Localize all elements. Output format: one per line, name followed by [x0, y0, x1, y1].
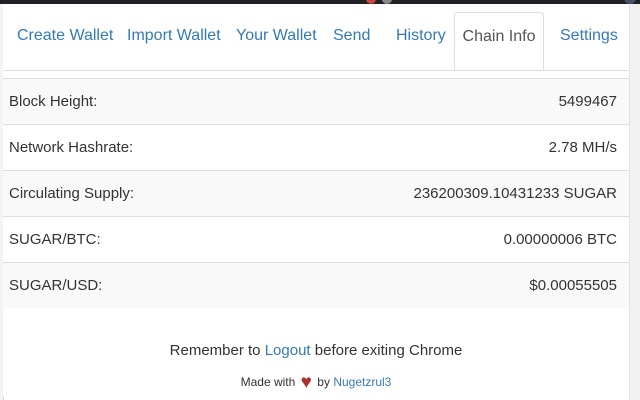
nav-tabs: Create Wallet Import Wallet Your Wallet …: [3, 12, 629, 71]
table-row: SUGAR/USD: $0.00055505: [3, 262, 629, 308]
block-height-label: Block Height:: [9, 93, 98, 110]
table-row: Network Hashrate: 2.78 MH/s: [3, 124, 629, 170]
tab-import-wallet[interactable]: Import Wallet: [127, 12, 221, 70]
circulating-supply-label: Circulating Supply:: [9, 185, 135, 202]
network-hashrate-label: Network Hashrate:: [9, 139, 134, 156]
reminder-prefix: Remember to: [169, 342, 265, 359]
logout-reminder: Remember to Logout before exiting Chrome: [3, 342, 629, 359]
chain-info-table: Block Height: 5499467 Network Hashrate: …: [3, 78, 629, 308]
sugar-usd-label: SUGAR/USD:: [9, 277, 103, 294]
heart-icon: ♥: [300, 372, 312, 393]
tab-your-wallet[interactable]: Your Wallet: [236, 12, 317, 70]
made-with-text: Made with: [240, 375, 296, 389]
by-text: by: [317, 375, 330, 389]
table-row: Block Height: 5499467: [3, 78, 629, 124]
table-row: Circulating Supply: 236200309.10431233 S…: [3, 170, 629, 216]
tab-create-wallet[interactable]: Create Wallet: [17, 12, 113, 70]
sugar-btc-label: SUGAR/BTC:: [9, 231, 101, 248]
scrollbar-track[interactable]: [629, 4, 640, 400]
wallet-popup: Create Wallet Import Wallet Your Wallet …: [3, 4, 629, 396]
circulating-supply-value: 236200309.10431233 SUGAR: [413, 185, 618, 202]
tab-send[interactable]: Send: [333, 12, 370, 70]
tab-chain-info[interactable]: Chain Info: [454, 12, 544, 70]
credits: Made with ♥ by Nugetzrul3: [3, 372, 629, 394]
author-link[interactable]: Nugetzrul3: [333, 375, 391, 389]
reminder-suffix: before exiting Chrome: [310, 342, 463, 359]
network-hashrate-value: 2.78 MH/s: [548, 139, 617, 156]
sugar-btc-value: 0.00000006 BTC: [503, 231, 617, 248]
logout-link[interactable]: Logout: [265, 342, 311, 359]
sugar-usd-value: $0.00055505: [529, 277, 617, 294]
table-row: SUGAR/BTC: 0.00000006 BTC: [3, 216, 629, 262]
block-height-value: 5499467: [558, 93, 617, 110]
tab-history[interactable]: History: [396, 12, 446, 70]
tab-settings[interactable]: Settings: [560, 12, 618, 70]
